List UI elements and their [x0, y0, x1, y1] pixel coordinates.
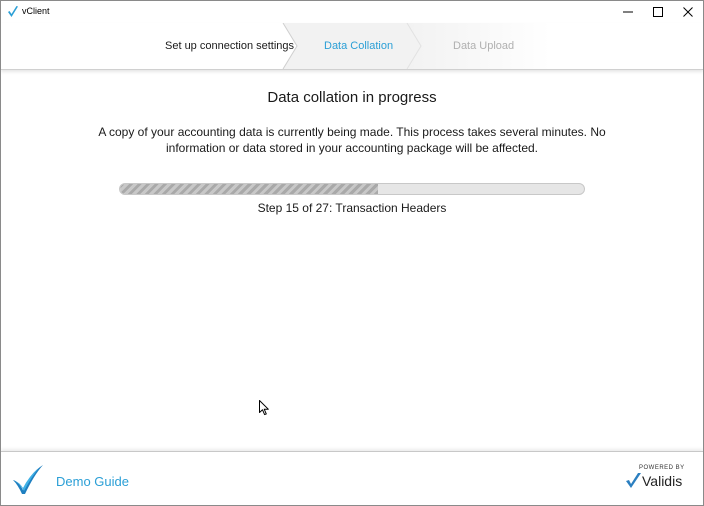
- demo-guide-link[interactable]: Demo Guide: [56, 474, 129, 489]
- maximize-button[interactable]: [643, 1, 673, 23]
- maximize-icon: [653, 7, 663, 17]
- close-icon: [683, 7, 693, 17]
- progress-bar: [119, 183, 585, 195]
- step-data-upload: Data Upload: [453, 40, 515, 52]
- description-text: A copy of your accounting data is curren…: [98, 125, 606, 155]
- powered-by-label: POWERED BY: [639, 465, 685, 471]
- app-window: vClient Set up connection settings Data …: [0, 0, 704, 506]
- mouse-cursor-icon: [259, 400, 269, 416]
- close-button[interactable]: [673, 1, 703, 23]
- step-data-collation: Data Collation: [324, 40, 394, 52]
- validis-brand-name: Validis: [642, 473, 683, 489]
- title-bar[interactable]: vClient: [1, 1, 703, 23]
- progress-status-text: Step 15 of 27: Transaction Headers: [257, 201, 447, 215]
- minimize-icon: [623, 11, 633, 13]
- minimize-button[interactable]: [613, 1, 643, 23]
- main-content: Data collation in progress A copy of you…: [1, 70, 703, 451]
- wizard-step-bar: Set up connection settings Data Collatio…: [1, 23, 703, 70]
- page-heading: Data collation in progress: [267, 89, 437, 106]
- window-title: vClient: [22, 6, 50, 16]
- progress-bar-fill: [120, 184, 378, 194]
- vclient-logo-icon: [13, 465, 43, 494]
- footer: Demo Guide POWERED BY Validis: [1, 451, 703, 505]
- vclient-check-icon: [8, 6, 18, 17]
- validis-check-icon: [626, 473, 641, 488]
- step-setup-connection: Set up connection settings: [165, 40, 295, 52]
